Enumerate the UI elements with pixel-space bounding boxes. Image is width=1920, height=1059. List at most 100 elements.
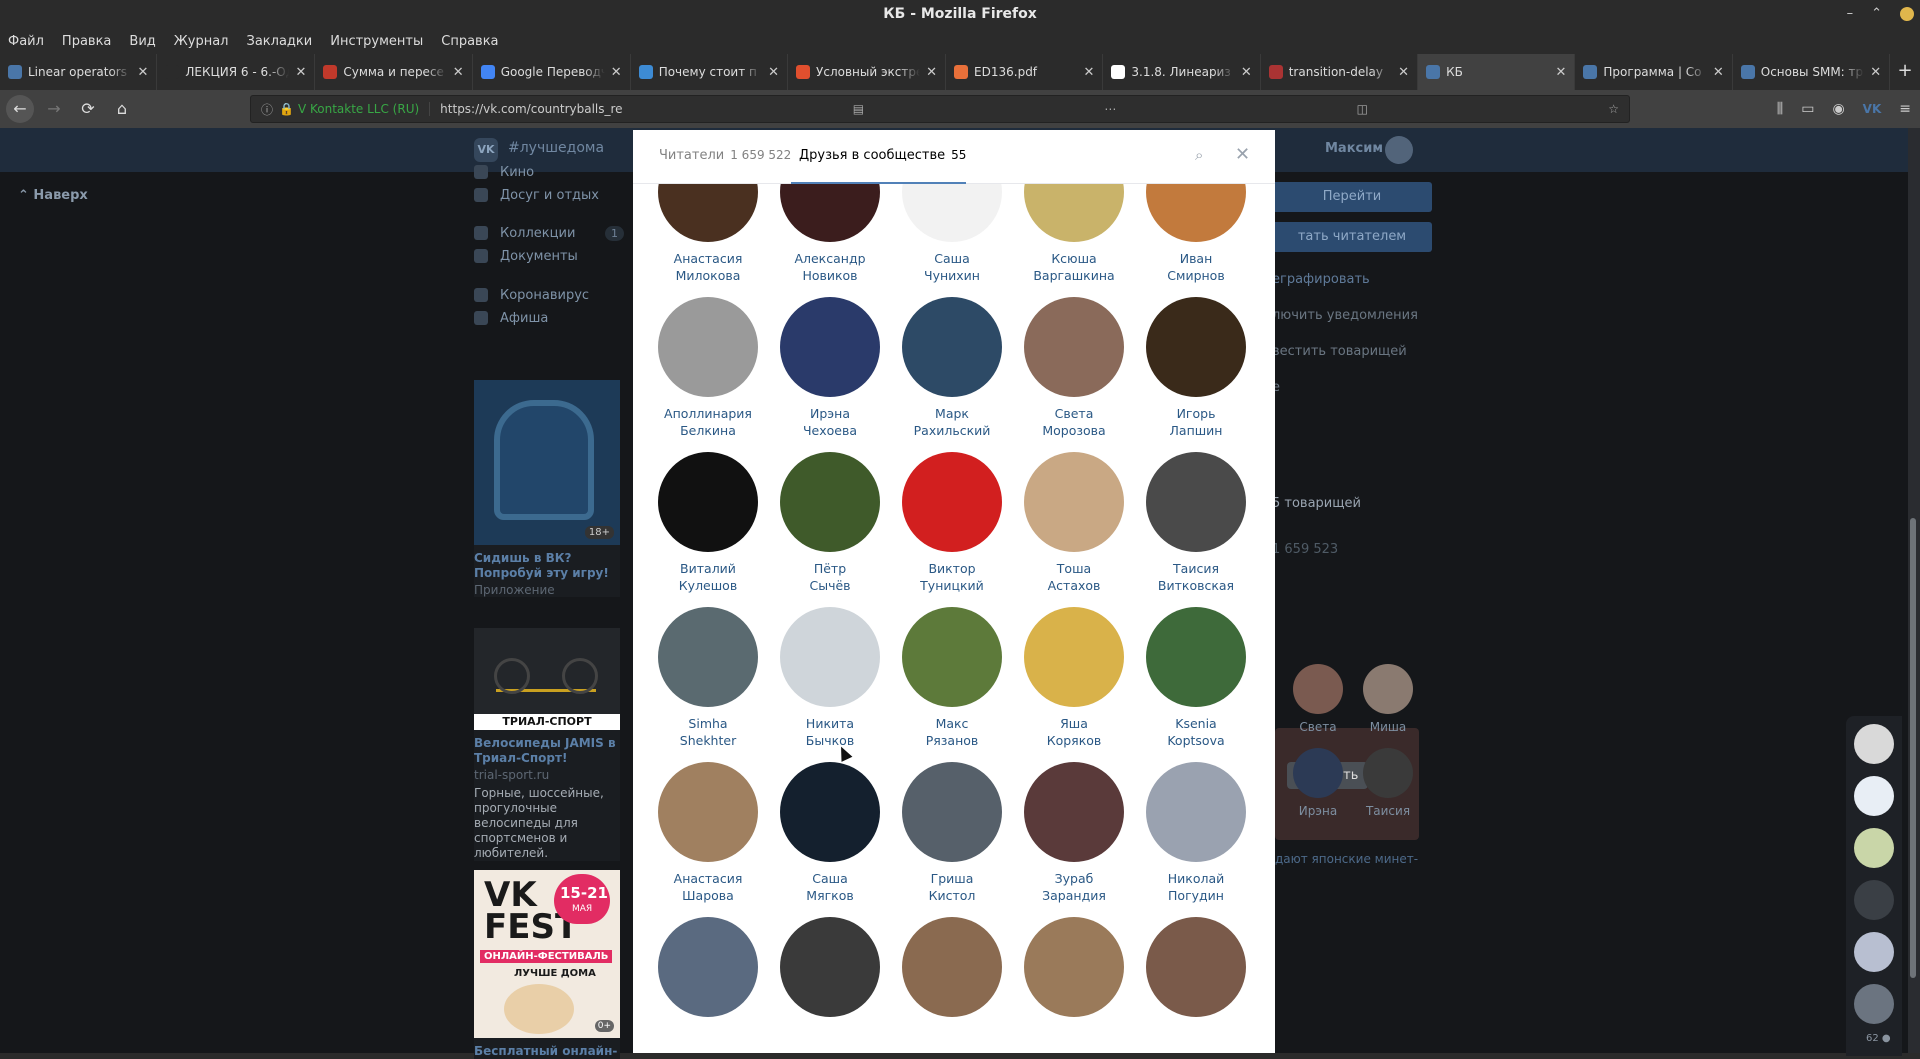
friend-name[interactable]: Виталий Кулешов [647,560,769,594]
tab-close-icon[interactable]: ✕ [295,65,306,80]
avatar[interactable] [1146,762,1246,862]
avatar[interactable] [658,452,758,552]
friend-name[interactable]: Александр Новиков [769,250,891,284]
header-username[interactable]: Максим [1325,141,1383,156]
left-nav-item[interactable]: Афиша [474,304,624,332]
header-avatar[interactable] [1385,136,1413,164]
friend-name[interactable]: Гриша Кистол [891,870,1013,904]
avatar[interactable] [1146,297,1246,397]
friend-card[interactable]: Виктор Туницкий [891,452,1013,594]
reader-mode-icon[interactable]: ▤ [853,102,864,116]
search-icon[interactable]: ⌕ [1195,146,1213,164]
menu-history[interactable]: Журнал [174,34,229,49]
ad-bikes-title[interactable]: Велосипеды JAMIS в Триал-Спорт! [474,736,620,766]
tab-close-icon[interactable]: ✕ [1713,65,1724,80]
tab-close-icon[interactable]: ✕ [453,65,464,80]
tab-0[interactable]: Linear operators ✕ [0,54,158,90]
avatar[interactable] [658,917,758,1017]
tab-3[interactable]: Google Переводч ✕ [473,54,631,90]
header-hashtag[interactable]: #лучшедома [508,140,604,156]
menu-bookmarks[interactable]: Закладки [247,34,313,49]
hamburger-menu-icon[interactable]: ≡ [1899,101,1911,117]
avatar[interactable] [780,917,880,1017]
menu-file[interactable]: Файл [8,34,44,49]
friends-count[interactable]: 5 товарищей [1262,486,1434,522]
tab-close-icon[interactable]: ✕ [137,65,148,80]
page-scrollbar[interactable] [1908,128,1920,1053]
menu-edit[interactable]: Правка [62,34,111,49]
page-actions-icon[interactable]: ⋯ [1104,102,1116,116]
friend-name[interactable]: Ксюша Варгашкина [1013,250,1135,284]
avatar[interactable] [1024,452,1124,552]
friend-name[interactable]: Ирэна Чехоева [769,405,891,439]
tab-readers[interactable]: Читатели 1 659 522 [659,148,791,163]
friend-name[interactable]: Саша Чунихин [891,250,1013,284]
url-bar[interactable]: ⓘ 🔒 V Kontakte LLC (RU) https://vk.com/c… [250,95,1630,123]
friend-card[interactable]: Яша Коряков [1013,607,1135,749]
tab-6[interactable]: ED136.pdf ✕ [946,54,1104,90]
tab-close-icon[interactable]: ✕ [926,65,937,80]
tab-close-icon[interactable]: ✕ [1241,65,1252,80]
friend-name[interactable]: Ksenia Koptsova [1135,715,1257,749]
friend-name[interactable]: Simha Shekhter [647,715,769,749]
friend-name[interactable]: Света Морозова [1013,405,1135,439]
left-nav-item[interactable]: Досуг и отдых [474,181,624,209]
right-friend[interactable]: Ирэна [1283,748,1353,818]
tab-4[interactable]: Почему стоит п ✕ [631,54,789,90]
friend-name[interactable]: Виктор Туницкий [891,560,1013,594]
tab-close-icon[interactable]: ✕ [768,65,779,80]
avatar[interactable] [1024,917,1124,1017]
back-icon[interactable]: ← [6,95,34,123]
tab-close-icon[interactable]: ✕ [1083,65,1094,80]
friend-name[interactable]: Анастасия Милокова [647,250,769,284]
right-friend[interactable]: Миша [1353,664,1423,734]
friend-card[interactable]: Марк Рахильский [891,297,1013,439]
friend-name[interactable]: Игорь Лапшин [1135,405,1257,439]
friend-card[interactable]: Тоша Астахов [1013,452,1135,594]
avatar[interactable] [902,452,1002,552]
avatar[interactable] [780,452,880,552]
site-identity[interactable]: V Kontakte LLC (RU) [298,102,431,116]
avatar[interactable] [902,762,1002,862]
friend-card[interactable]: Simha Shekhter [647,607,769,749]
tab-8[interactable]: transition-delay ✕ [1261,54,1419,90]
chat-avatar[interactable] [1854,984,1894,1024]
close-window-icon[interactable] [1900,7,1914,21]
menu-view[interactable]: Вид [129,34,155,49]
info-icon[interactable]: ⓘ [261,101,273,118]
pocket-icon[interactable]: ◫ [1357,102,1368,116]
tab-2[interactable]: Сумма и пересе ✕ [315,54,473,90]
friend-card[interactable]: Таисия Витковская [1135,452,1257,594]
forward-icon[interactable]: → [40,95,68,123]
friend-card[interactable]: Саша Мягков [769,762,891,904]
avatar[interactable] [780,607,880,707]
tab-close-icon[interactable]: ✕ [1556,65,1567,80]
avatar[interactable] [780,762,880,862]
close-icon[interactable]: ✕ [1235,144,1253,165]
friend-card[interactable]: Аполлинария Белкина [647,297,769,439]
tab-1[interactable]: ЛЕКЦИЯ 6 - 6.-Одноро ✕ [157,54,316,90]
friend-card[interactable]: Анастасия Шарова [647,762,769,904]
friend-card[interactable]: Пётр Сычёв [769,452,891,594]
friend-name[interactable]: Анастасия Шарова [647,870,769,904]
friend-card[interactable]: Никита Бычков [769,607,891,749]
avatar[interactable] [780,297,880,397]
friend-name[interactable]: Тоша Астахов [1013,560,1135,594]
friend-card[interactable] [1135,917,1257,1017]
account-icon[interactable]: ◉ [1832,101,1844,117]
friend-name[interactable]: Марк Рахильский [891,405,1013,439]
more-link[interactable]: е [1262,370,1434,406]
friend-card[interactable]: Ksenia Koptsova [1135,607,1257,749]
friend-card[interactable]: Гриша Кистол [891,762,1013,904]
avatar[interactable] [1146,452,1246,552]
avatar[interactable] [658,607,758,707]
new-tab-button[interactable]: + [1890,54,1920,90]
friend-card[interactable]: Николай Погудин [1135,762,1257,904]
scroll-top-button[interactable]: ⌃ Наверх [18,188,88,203]
library-icon[interactable]: ⫼ [1777,101,1783,117]
avatar[interactable] [1146,607,1246,707]
menu-help[interactable]: Справка [441,34,498,49]
tab-9[interactable]: КБ ✕ [1418,54,1576,90]
avatar[interactable] [902,297,1002,397]
chat-avatar[interactable] [1854,776,1894,816]
